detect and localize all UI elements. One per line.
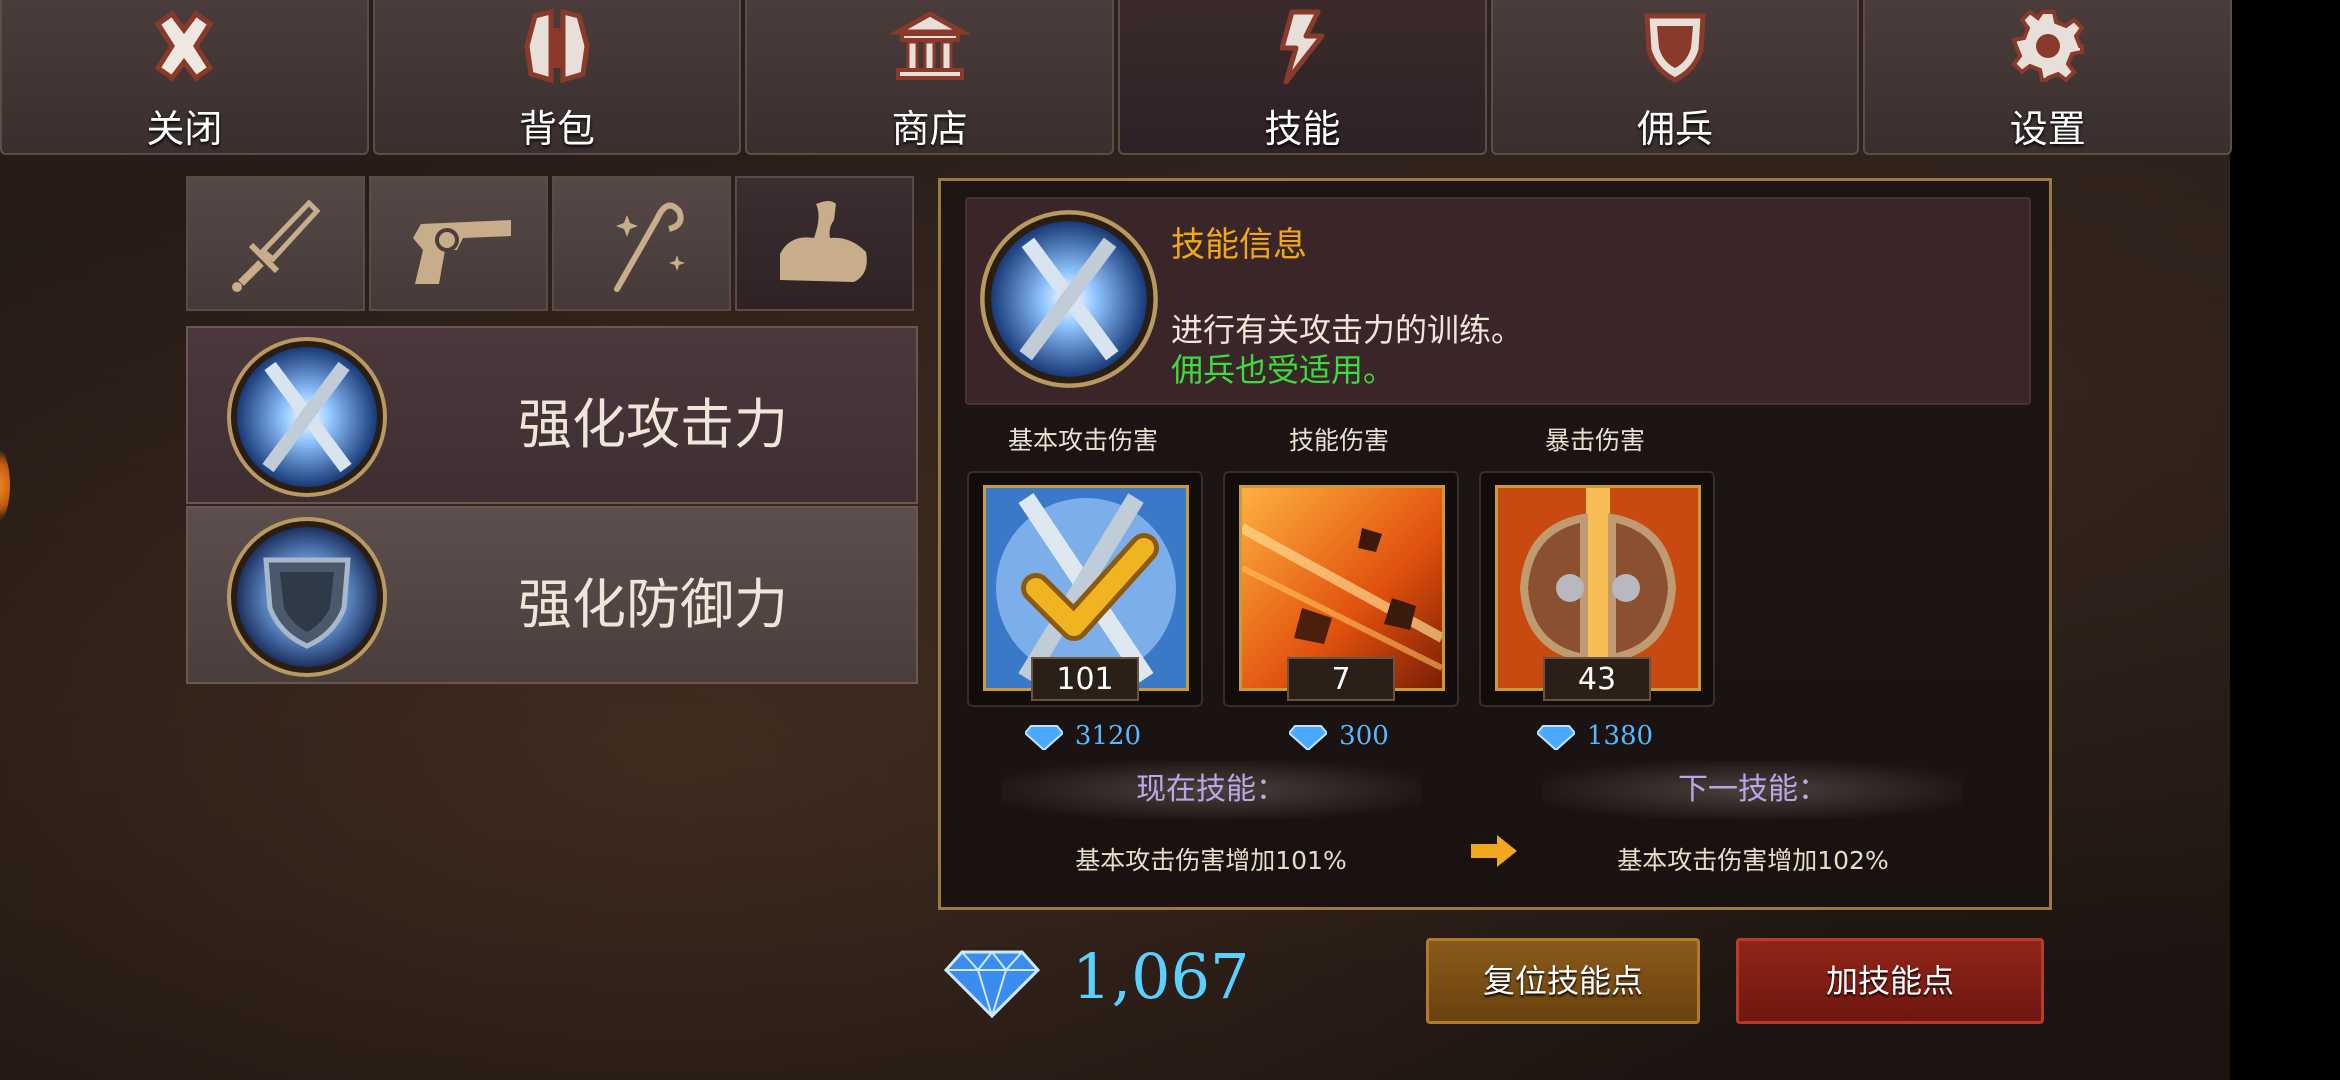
screen-edge (2230, 0, 2340, 1080)
sword-icon (231, 198, 320, 292)
tab-settings[interactable]: 设置 (1863, 0, 2233, 155)
stat-frame: 7 (1223, 471, 1459, 707)
gem-balance: 1,067 (1072, 940, 1250, 1013)
muscle-arm-icon (779, 200, 867, 282)
skill-name: 强化攻击力 (518, 393, 788, 456)
revolver-icon (412, 219, 511, 284)
tab-shop[interactable]: 商店 (745, 0, 1115, 155)
filter-staff[interactable] (552, 176, 731, 311)
gem-icon (1023, 725, 1065, 752)
skill-item-defense[interactable]: 强化防御力 (186, 506, 918, 684)
filter-sword[interactable] (186, 176, 365, 311)
info-title: 技能信息 (1171, 225, 1307, 265)
stat-basic-attack[interactable]: 基本攻击伤害 101 3120 (963, 421, 1203, 752)
arrow-right-icon (1471, 835, 1517, 867)
stat-level: 7 (1287, 657, 1395, 701)
backpack-icon (524, 8, 590, 84)
tab-label: 技能 (1264, 107, 1341, 151)
stat-label: 基本攻击伤害 (1007, 426, 1158, 455)
current-skill-header: 现在技能： (1001, 761, 1421, 819)
tab-label: 商店 (891, 107, 968, 151)
tab-label: 关闭 (146, 107, 223, 151)
stat-cost-value: 3120 (1074, 721, 1142, 751)
skill-item-attack[interactable]: 强化攻击力 (186, 326, 918, 504)
gem-icon (944, 950, 1040, 1018)
stat-skill-damage[interactable]: 技能伤害 7 300 (1219, 421, 1459, 752)
info-note: 佣兵也受适用。 (1171, 351, 1396, 389)
gem-icon (1535, 725, 1577, 752)
next-skill-header: 下一技能： (1543, 761, 1963, 819)
filter-strength[interactable] (735, 176, 914, 311)
add-skill-point-button[interactable]: 加技能点 (1736, 938, 2044, 1024)
stat-cost-value: 1380 (1586, 721, 1654, 751)
tab-mercenary[interactable]: 佣兵 (1490, 0, 1860, 155)
tab-label: 设置 (2009, 107, 2086, 151)
stat-cost-value: 300 (1339, 721, 1389, 751)
lightning-icon (1279, 9, 1325, 85)
crossed-blades-icon (227, 337, 387, 497)
stat-cost: 1380 (1475, 721, 1715, 752)
tab-label: 佣兵 (1637, 107, 1714, 151)
stat-cost: 3120 (963, 721, 1203, 752)
tab-skill[interactable]: 技能 (1118, 0, 1487, 155)
gear-icon (2011, 9, 2085, 83)
stat-level: 43 (1543, 657, 1651, 701)
skill-info-panel: 技能信息 进行有关攻击力的训练。 佣兵也受适用。 基本攻击伤害 101 3120 (938, 178, 2052, 910)
top-tab-bar: 关闭 背包 商店 技能 佣兵 设置 (0, 0, 2233, 155)
gem-icon (1287, 725, 1329, 752)
stat-cost: 300 (1219, 721, 1459, 752)
shield-icon (1644, 13, 1706, 83)
magic-staff-icon (613, 202, 685, 292)
skill-info-header: 技能信息 进行有关攻击力的训练。 佣兵也受适用。 (965, 197, 2031, 405)
close-icon (154, 10, 214, 82)
tab-label: 背包 (519, 107, 596, 151)
stat-label: 暴击伤害 (1544, 426, 1645, 455)
crossed-blades-icon (980, 210, 1158, 388)
shield-emblem-icon (227, 517, 387, 677)
tab-backpack[interactable]: 背包 (372, 0, 742, 155)
stat-level: 101 (1031, 657, 1139, 701)
skill-name: 强化防御力 (518, 573, 788, 636)
shop-icon (889, 11, 970, 80)
stat-frame: 43 (1479, 471, 1715, 707)
next-skill-effect: 基本攻击伤害增加102% (1617, 846, 1889, 875)
stat-critical-damage[interactable]: 暴击伤害 43 1380 (1475, 421, 1715, 752)
class-filter-row (186, 176, 914, 311)
tab-close[interactable]: 关闭 (0, 0, 369, 155)
reset-skill-points-button[interactable]: 复位技能点 (1426, 938, 1700, 1024)
filter-revolver[interactable] (369, 176, 548, 311)
stat-label: 技能伤害 (1288, 426, 1389, 455)
current-skill-effect: 基本攻击伤害增加101% (1075, 846, 1347, 875)
stat-frame: 101 (967, 471, 1203, 707)
